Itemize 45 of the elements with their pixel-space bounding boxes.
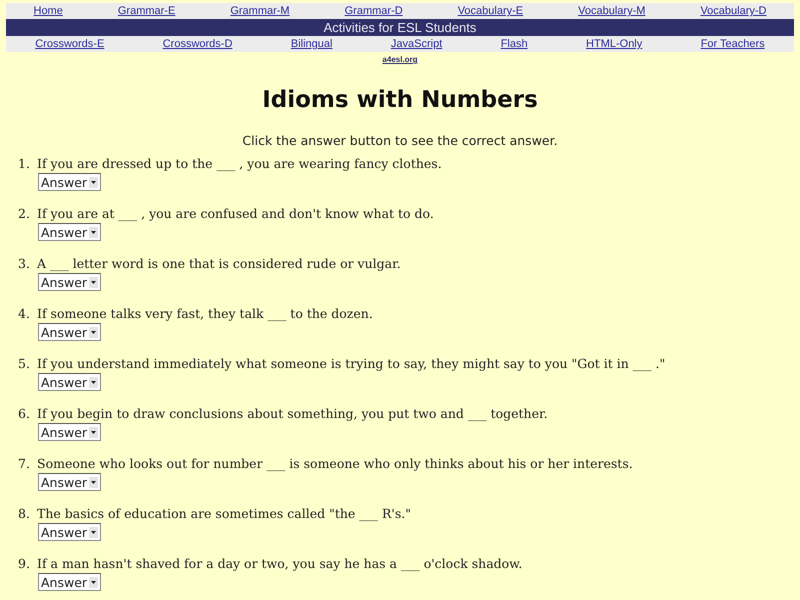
question-text: If you are dressed up to the ___ , you are wearing fancy clothes. — [37, 156, 442, 171]
nav-link[interactable]: Grammar-E — [118, 5, 176, 17]
nav-link[interactable]: For Teachers — [700, 38, 765, 50]
page-title: Idioms with Numbers — [261, 87, 539, 113]
nav-link[interactable]: Grammar-D — [344, 5, 403, 17]
nav-link[interactable]: Crosswords-E — [35, 38, 104, 50]
nav-link[interactable]: Vocabulary-M — [578, 5, 646, 17]
question-text: If someone talks very fast, they talk ___ to the dozen. — [37, 306, 373, 321]
question-text: If you understand immediately what someone is trying to say, they might say to you "Got it in ___ ." — [37, 356, 666, 371]
instruction-text: Click the answer button to see the correct answer. — [241, 133, 559, 148]
nav-link[interactable]: Flash — [500, 38, 528, 50]
question-text: A ___ letter word is one that is considered rude or vulgar. — [37, 256, 401, 271]
question-number: 6. — [18, 406, 31, 421]
question-number: 4. — [18, 306, 31, 321]
question-text: If you are at ___ , you are confused and don't know what to do. — [37, 206, 434, 221]
question-number: 2. — [18, 206, 31, 221]
nav-link[interactable]: Bilingual — [290, 38, 332, 50]
question-text: The basics of education are sometimes called "the ___ R's." — [37, 506, 411, 521]
nav-link[interactable]: Crosswords-D — [162, 38, 232, 50]
answer-dropdown[interactable]: Answer — [38, 323, 102, 341]
nav-link[interactable]: Grammar-M — [230, 5, 290, 17]
banner-title: Activities for ESL Students — [6, 19, 794, 36]
question-text: If you begin to draw conclusions about something, you put two and ___ together. — [37, 406, 548, 421]
answer-dropdown[interactable]: Answer — [38, 173, 102, 191]
nav-link[interactable]: JavaScript — [390, 38, 442, 50]
answer-dropdown[interactable]: Answer — [38, 273, 102, 291]
site-link[interactable]: a4esl.org — [382, 55, 418, 64]
answer-dropdown[interactable]: Answer — [38, 523, 102, 541]
question-number: 9. — [18, 556, 31, 571]
question-number: 1. — [18, 156, 31, 171]
question-number: 5. — [18, 356, 31, 371]
question-number: 7. — [18, 456, 31, 471]
answer-dropdown[interactable]: Answer — [38, 223, 102, 241]
nav-link[interactable]: HTML-Only — [586, 38, 642, 50]
answer-dropdown[interactable]: Answer — [38, 573, 102, 591]
answer-dropdown[interactable]: Answer — [38, 473, 102, 491]
question-number: 8. — [18, 506, 31, 521]
nav-link[interactable]: Vocabulary-E — [458, 5, 524, 17]
nav-link[interactable]: Vocabulary-D — [700, 5, 766, 17]
question-text: If a man hasn't shaved for a day or two, you say he has a ___ o'clock shadow. — [37, 556, 522, 571]
answer-dropdown[interactable]: Answer — [38, 423, 102, 441]
nav-link[interactable]: Home — [34, 5, 63, 17]
question-text: Someone who looks out for number ___ is someone who only thinks about his or her interests. — [37, 456, 633, 471]
answer-dropdown[interactable]: Answer — [38, 373, 102, 391]
question-number: 3. — [18, 256, 31, 271]
